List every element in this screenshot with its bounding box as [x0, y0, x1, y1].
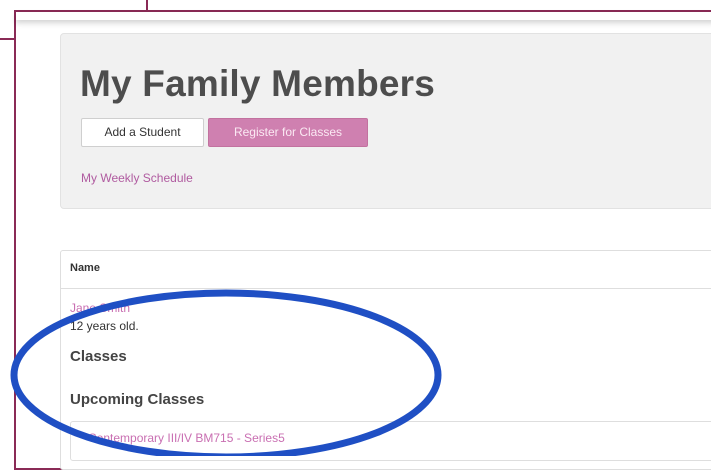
upcoming-class-link[interactable]: Contemporary III/IV BM715 - Series5: [88, 431, 285, 445]
classes-heading: Classes: [70, 348, 127, 365]
page-title: My Family Members: [80, 63, 436, 104]
weekly-schedule-link[interactable]: My Weekly Schedule: [81, 171, 193, 185]
column-header-name: Name: [70, 262, 100, 274]
navbar-shadow: [16, 12, 711, 20]
frame-edge-left: [0, 38, 14, 40]
table-header: [60, 250, 711, 289]
student-age: 12 years old.: [70, 319, 139, 333]
student-name-link[interactable]: Jane Smith: [70, 301, 130, 315]
upcoming-classes-heading: Upcoming Classes: [70, 391, 205, 408]
register-classes-button[interactable]: Register for Classes: [208, 118, 368, 147]
add-student-button[interactable]: Add a Student: [81, 118, 204, 147]
